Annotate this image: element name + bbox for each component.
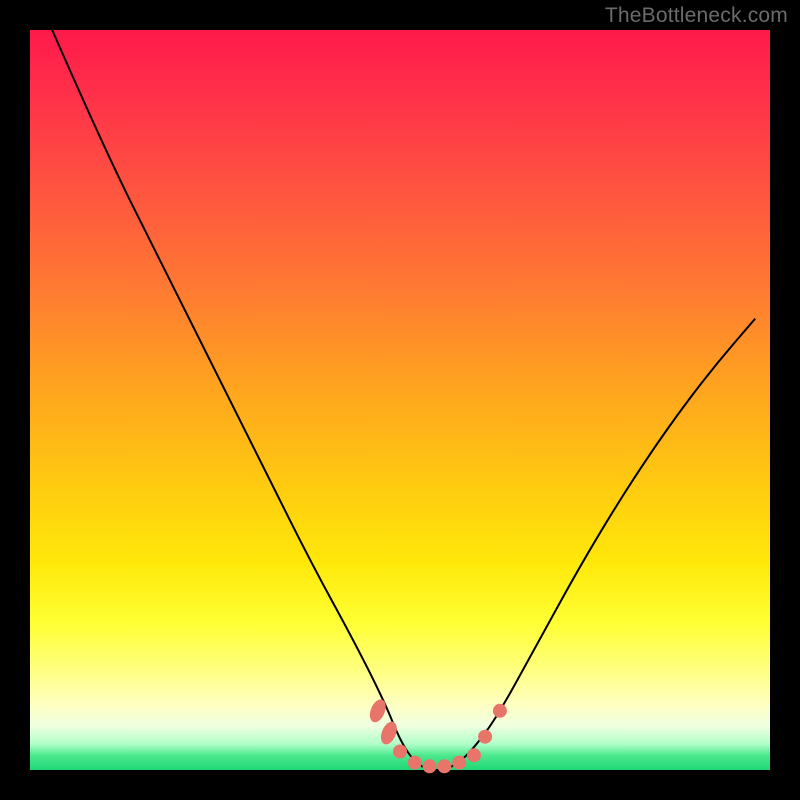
curve-marker [478,730,492,744]
curve-marker [452,756,466,770]
bottleneck-curve [52,30,755,770]
curve-marker [367,697,389,724]
chart-frame: TheBottleneck.com [0,0,800,800]
curve-marker [408,756,422,770]
curve-svg [30,30,770,770]
plot-area [30,30,770,770]
curve-marker [437,759,451,773]
curve-marker [393,745,407,759]
watermark-text: TheBottleneck.com [605,4,788,28]
curve-marker [493,704,507,718]
curve-marker [467,748,481,762]
curve-marker [423,759,437,773]
